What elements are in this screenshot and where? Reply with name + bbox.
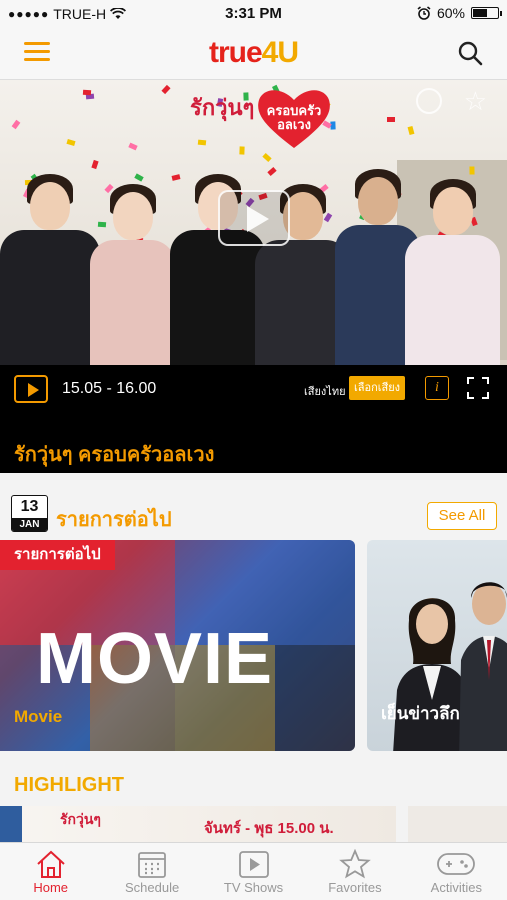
tab-label: Schedule — [125, 880, 180, 895]
tab-label: TV Shows — [223, 880, 284, 895]
program-card-movie[interactable]: รายการต่อไป MOVIE Movie — [0, 540, 355, 751]
highlight-card[interactable] — [408, 806, 507, 844]
tab-home[interactable]: Home — [0, 843, 101, 900]
top-navigation-bar: true4U — [0, 28, 507, 80]
tab-activities[interactable]: Activities — [406, 843, 507, 900]
hero-video[interactable]: รักวุ่นๆ ครอบครัวอลเวง ☆ — [0, 80, 507, 365]
cast-outfit — [405, 235, 500, 365]
favorite-star-icon[interactable]: ☆ — [464, 88, 487, 114]
logo-text: true — [208, 36, 263, 69]
confetti-piece — [387, 117, 395, 122]
cast-face — [432, 187, 473, 235]
player-control-bar: 15.05 - 16.00 เสียงไทย เลือกเสียง i รักว… — [0, 365, 507, 473]
cast-member — [405, 135, 500, 365]
tab-label: Home — [33, 880, 69, 895]
cast-member — [170, 130, 265, 365]
video-play-button[interactable] — [218, 190, 290, 246]
cast-member — [90, 140, 175, 365]
battery-percent: 60% — [436, 5, 465, 21]
play-icon[interactable] — [14, 375, 48, 403]
cast-outfit — [170, 230, 265, 365]
play-icon — [238, 851, 269, 878]
confetti-piece — [161, 84, 171, 95]
cast-outfit — [90, 240, 175, 365]
see-all-button[interactable]: See All — [427, 502, 497, 530]
battery-icon — [471, 7, 502, 19]
up-next-badge: รายการต่อไป — [0, 540, 115, 570]
tab-favorites[interactable]: Favorites — [304, 843, 405, 900]
cast-face — [112, 192, 153, 240]
calendar-icon — [138, 852, 167, 878]
highlight-card-time: จันทร์ - พุธ 15.00 น. — [204, 820, 334, 837]
tab-schedule[interactable]: Schedule — [101, 843, 202, 900]
gamepad-icon — [437, 853, 476, 875]
true4u-logo: true4U — [0, 36, 507, 70]
cast-outfit — [0, 230, 100, 365]
hero-show-logo: รักวุ่นๆ — [190, 95, 255, 120]
movie-title-graphic: MOVIE — [36, 619, 274, 699]
program-card-label: Movie — [14, 707, 63, 726]
star-icon — [339, 849, 371, 879]
date-month: JAN — [12, 518, 47, 531]
show-time-range: 15.05 - 16.00 — [62, 380, 157, 397]
confetti-piece — [11, 119, 21, 130]
status-bar: ●●●●● TRUE-H 3:31 PM 60% — [0, 0, 507, 28]
tab-label: Favorites — [328, 880, 382, 895]
highlight-section-title: HIGHLIGHT — [14, 774, 124, 796]
select-audio-button[interactable]: เลือกเสียง — [349, 376, 405, 400]
alarm-icon — [417, 6, 431, 20]
cast-face — [30, 182, 70, 230]
date-badge: 13 JAN — [11, 495, 48, 532]
tab-label: Activities — [430, 880, 482, 895]
fullscreen-icon[interactable] — [467, 377, 489, 399]
tab-tv-shows[interactable]: TV Shows — [203, 843, 304, 900]
upcoming-section-header: 13 JAN รายการต่อไป See All — [0, 495, 507, 535]
highlight-carousel: รักวุ่นๆ จันทร์ - พุธ 15.00 น. — [0, 806, 507, 844]
search-icon[interactable] — [457, 40, 483, 66]
confetti-piece — [82, 89, 92, 96]
date-day: 13 — [20, 498, 39, 515]
hero-show-logo-subtitle: ครอบครัวอลเวง — [266, 103, 322, 132]
program-card-label: เย็นข่าวลึก — [381, 704, 460, 723]
news-anchor-male — [459, 582, 507, 751]
bottom-tab-bar: Home Schedule TV Shows Favorites Activit… — [0, 842, 507, 900]
audio-language-label: เสียงไทย — [304, 386, 346, 398]
cast-member — [0, 130, 100, 365]
highlight-card-title: รักวุ่นๆ — [60, 811, 101, 827]
home-icon — [37, 850, 65, 878]
highlight-card-edge — [0, 806, 22, 844]
logo-accent-text: 4U — [261, 36, 299, 69]
info-circle-icon[interactable] — [415, 88, 442, 114]
cast-face — [357, 177, 398, 225]
section-title: รายการต่อไป — [56, 509, 172, 531]
program-card-news[interactable]: เย็นข่าวลึก — [367, 540, 507, 751]
highlight-card[interactable]: รักวุ่นๆ จันทร์ - พุธ 15.00 น. — [0, 806, 396, 844]
info-icon[interactable]: i — [425, 376, 449, 400]
now-playing-title: รักวุ่นๆ ครอบครัวอลเวง — [14, 444, 215, 466]
